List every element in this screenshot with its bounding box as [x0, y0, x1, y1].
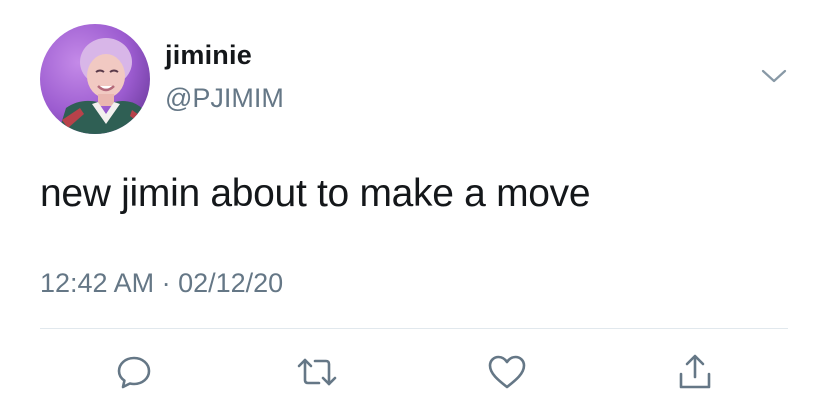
tweet-card: jiminie @PJIMIM new jimin about to make … [0, 0, 828, 417]
reply-icon [117, 356, 151, 389]
tweet-timestamp[interactable]: 12:42 AM · 02/12/20 [40, 268, 283, 299]
avatar[interactable] [40, 24, 150, 134]
divider [40, 328, 788, 329]
heart-icon [488, 355, 526, 389]
share-button[interactable] [673, 350, 717, 394]
chevron-down-icon[interactable] [760, 66, 788, 86]
tweet-text: new jimin about to make a move [40, 172, 591, 215]
user-handle[interactable]: @PJIMIM [165, 83, 284, 114]
share-icon [679, 354, 711, 389]
reply-button[interactable] [112, 350, 156, 394]
profile-photo [40, 24, 150, 134]
like-button[interactable] [485, 350, 529, 394]
retweet-button[interactable] [295, 350, 339, 394]
retweet-icon [297, 358, 337, 386]
user-name[interactable]: jiminie [165, 40, 252, 71]
